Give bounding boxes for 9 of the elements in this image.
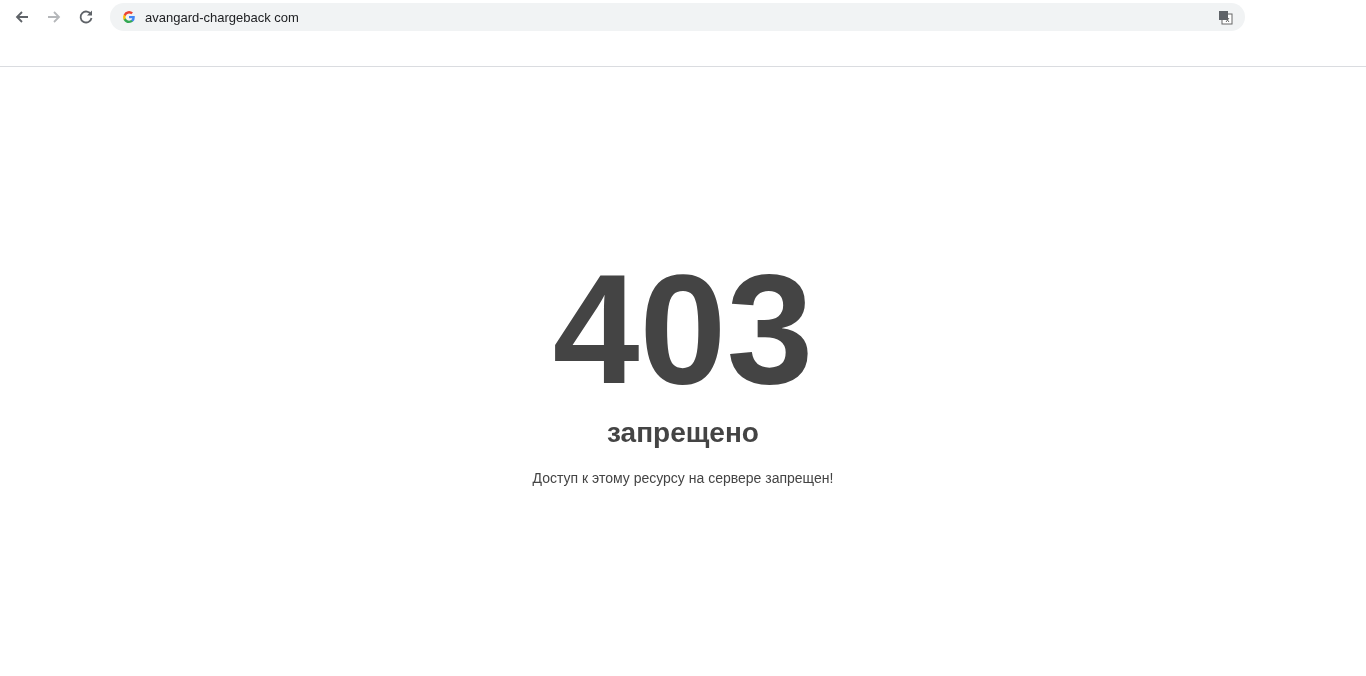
- error-title: запрещено: [607, 417, 759, 449]
- error-code: 403: [552, 259, 814, 399]
- address-text: avangard-chargeback com: [145, 9, 300, 25]
- address-bar[interactable]: avangard-chargeback com: [110, 3, 1245, 31]
- google-icon: [122, 10, 136, 24]
- translate-icon[interactable]: [1218, 9, 1233, 25]
- reload-icon[interactable]: [78, 9, 94, 25]
- back-icon[interactable]: [14, 9, 30, 25]
- error-message: Доступ к этому ресурсу на сервере запрещен!: [532, 470, 834, 486]
